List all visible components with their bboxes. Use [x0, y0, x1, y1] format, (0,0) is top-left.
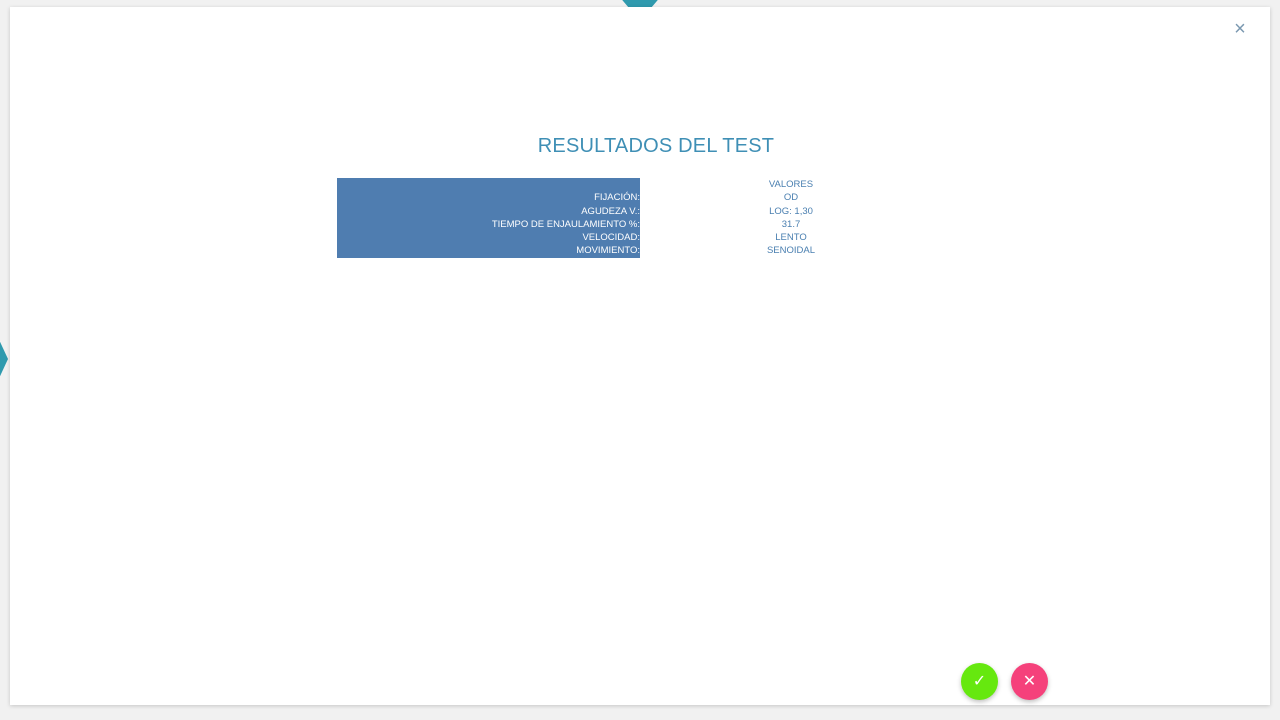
- label-movimiento: MOVIMIENTO:: [576, 245, 640, 257]
- label-fijacion: FIJACIÓN:: [594, 192, 640, 204]
- page-title: RESULTADOS DEL TEST: [537, 135, 775, 157]
- value-velocidad: LENTO: [775, 232, 807, 244]
- confirm-button[interactable]: ✓: [961, 663, 998, 700]
- results-modal: × RESULTADOS DEL TEST FIJACIÓN: AGUDEZA …: [10, 7, 1270, 705]
- labels-header: [337, 178, 640, 191]
- value-agudeza: LOG: 1,30: [769, 205, 813, 217]
- decorative-hexagon-left: [0, 340, 8, 378]
- label-agudeza: AGUDEZA V.:: [581, 205, 640, 217]
- value-tiempo-enjaulamiento: 31.7: [781, 218, 801, 230]
- value-movimiento: SENOIDAL: [766, 245, 816, 257]
- results-labels-column: FIJACIÓN: AGUDEZA V.: TIEMPO DE ENJAULAM…: [337, 178, 640, 258]
- results-table: FIJACIÓN: AGUDEZA V.: TIEMPO DE ENJAULAM…: [337, 178, 942, 258]
- values-header: VALORES: [768, 179, 814, 190]
- check-icon: ✓: [972, 673, 987, 690]
- close-icon: ✕: [1022, 673, 1037, 690]
- close-icon[interactable]: ×: [1230, 19, 1250, 39]
- cancel-button[interactable]: ✕: [1011, 663, 1048, 700]
- label-tiempo-enjaulamiento: TIEMPO DE ENJAULAMIENTO %:: [491, 218, 640, 230]
- label-velocidad: VELOCIDAD:: [582, 232, 640, 244]
- results-values-column: VALORES OD LOG: 1,30 31.7 LENTO SENOIDAL: [640, 178, 942, 258]
- value-fijacion: OD: [783, 192, 799, 204]
